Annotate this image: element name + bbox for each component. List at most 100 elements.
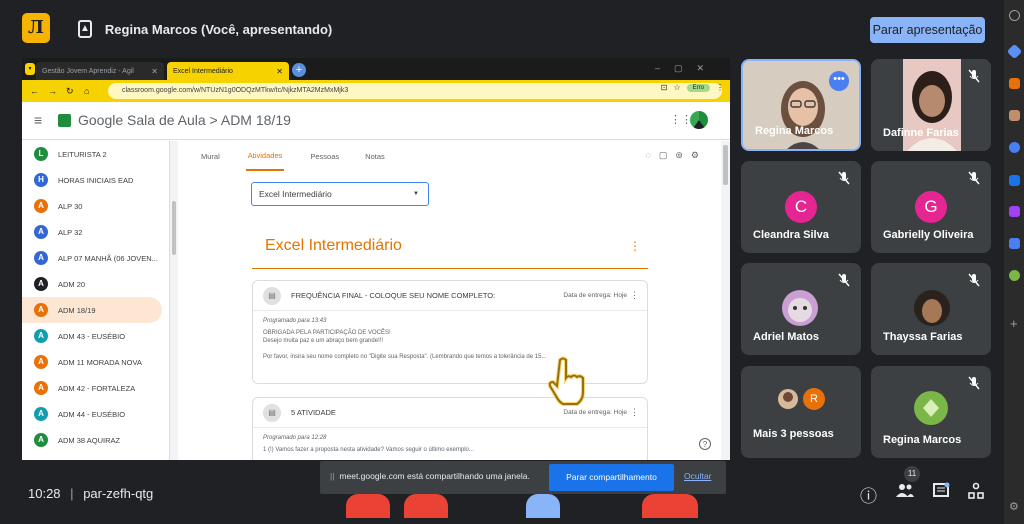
avatar (914, 391, 948, 425)
info-separator: | (70, 486, 74, 501)
profile-error-pill[interactable]: Erro (686, 83, 710, 92)
bookmark-star-icon[interactable]: ☆ (673, 83, 680, 92)
more-options-icon[interactable]: ⋮ (630, 290, 639, 301)
sidebar-class-item[interactable]: A ADM 20 (22, 271, 169, 297)
reload-icon[interactable]: ↻ (66, 86, 76, 97)
scheduled-time: Programado para 13:43 (263, 318, 327, 324)
class-sidebar: L LEITURISTA 2 H HORAS INICIAIS EAD A ALP 30 A… (22, 141, 170, 460)
assignment-icon: ▤ (263, 286, 281, 305)
forward-icon[interactable]: → (48, 86, 58, 96)
assignment-card[interactable]: ▤ 5 ATIVIDADE Data de entrega: Hoje ⋮ Pr… (252, 397, 648, 460)
url-field[interactable]: classroom.google.com/w/NTUzN1g0ODQzMTkw/… (108, 83, 722, 99)
sidebar-class-item[interactable]: H HORAS INICIAIS EAD (22, 167, 169, 193)
class-avatar: A (34, 381, 48, 395)
more-participants-tile[interactable]: R Mais 3 pessoas (741, 366, 861, 458)
class-avatar: H (34, 173, 48, 187)
tab-atividades[interactable]: Atividades (245, 142, 285, 171)
participant-tile[interactable]: Regina Marcos (871, 366, 991, 458)
close-tab-icon[interactable]: ✕ (151, 67, 158, 76)
hide-notice-link[interactable]: Ocultar (684, 471, 711, 481)
sidebar-class-label: ADM 18/19 (58, 305, 96, 315)
sidebar-class-item[interactable]: A ALP 32 (22, 219, 169, 245)
participant-tile[interactable]: Dafinne Farias (871, 59, 991, 151)
extension-icon[interactable] (1009, 78, 1020, 89)
participant-tile[interactable]: Thayssa Farias (871, 263, 991, 355)
avatar: G (915, 191, 947, 223)
sidebar-class-label: ALP 32 (58, 227, 83, 237)
extension-icon[interactable] (1009, 206, 1020, 217)
sidebar-class-label: ADM 42 - FORTALEZA (58, 383, 136, 393)
sidebar-class-item[interactable]: A ADM 11 MORADA NOVA (22, 349, 169, 375)
sidebar-class-item[interactable]: A ALP 07 MANHÃ (06 JOVEN... (22, 245, 169, 271)
topic-title: Excel Intermediário (265, 237, 402, 254)
tab-notas[interactable]: Notas (365, 152, 385, 161)
sharing-notice-text: || meet.google.com está compartilhando um… (330, 471, 530, 481)
sidebar-class-item[interactable]: A ALP 30 (22, 193, 169, 219)
more-options-icon[interactable]: ••• (829, 71, 849, 91)
meeting-info-icon[interactable]: ⓘ (860, 482, 877, 507)
avatar (778, 389, 798, 409)
breadcrumb-separator: > (209, 112, 218, 128)
chevron-down-icon: ▼ (413, 191, 419, 197)
hamburger-menu-icon[interactable]: ≡ (34, 112, 42, 128)
sidebar-class-item[interactable]: A ADM 38 AQUIRAZ (22, 427, 169, 453)
extension-icon[interactable] (1009, 110, 1020, 121)
chat-icon[interactable] (932, 482, 950, 505)
activities-icon[interactable] (967, 482, 985, 505)
people-icon[interactable] (896, 482, 914, 503)
topic-divider (252, 268, 648, 269)
class-tabs: Mural Atividades Pessoas Notas (201, 141, 385, 171)
participant-tile[interactable]: C Cleandra Silva (741, 161, 861, 253)
meeting-code: par-zefh-qtg (83, 486, 154, 501)
sidebar-class-item[interactable]: A ADM 43 - EUSÉBIO (22, 323, 169, 349)
classroom-logo (58, 114, 71, 127)
extension-icon[interactable] (1009, 270, 1020, 281)
help-icon[interactable]: ? (699, 438, 711, 450)
extension-icon[interactable] (1009, 175, 1020, 186)
tab-pessoas[interactable]: Pessoas (310, 152, 339, 161)
sidebar-class-item[interactable]: A ADM 42 - FORTALEZA (22, 375, 169, 401)
window-controls[interactable]: –▢✕ (655, 63, 718, 74)
main-scrollbar[interactable] (721, 141, 730, 460)
leave-call-button[interactable] (642, 494, 698, 518)
participant-tile-self[interactable]: ••• Regina Marcos (741, 59, 861, 151)
participant-tile[interactable]: G Gabrielly Oliveira (871, 161, 991, 253)
extension-icon[interactable] (1009, 142, 1020, 153)
extension-icon[interactable] (1009, 238, 1020, 249)
address-actions: ⊡ ☆ Erro ⋮ (661, 83, 724, 92)
translate-icon[interactable]: ⊡ (661, 83, 668, 92)
mic-toggle-button[interactable] (346, 494, 390, 518)
tab-search-icon[interactable]: ▾ (25, 63, 35, 75)
camera-toggle-button[interactable] (404, 494, 448, 518)
assignment-text: OBRIGADA PELA PARTICIPAÇÃO DE VOCÊS! (263, 330, 391, 336)
present-button[interactable] (526, 494, 560, 518)
topic-more-icon[interactable]: ⋮ (629, 239, 641, 253)
settings-gear-icon[interactable]: ⚙ (1009, 500, 1019, 513)
search-icon[interactable] (1009, 10, 1020, 21)
browser-menu-icon[interactable]: ⋮ (716, 83, 724, 92)
class-header-icons[interactable]: ◌▢⊚⚙ (646, 150, 707, 161)
account-avatar[interactable] (690, 111, 708, 129)
browser-tab-excel[interactable]: Excel Intermediário ✕ (167, 62, 289, 80)
more-options-icon[interactable]: ⋮ (630, 407, 639, 418)
sidebar-class-item[interactable]: A ADM 18/19 (22, 297, 162, 323)
sidebar-class-item[interactable]: L LEITURISTA 2 (22, 141, 169, 167)
stop-presenting-button[interactable]: Parar apresentação (870, 17, 985, 43)
app-name[interactable]: Google Sala de Aula (78, 112, 206, 128)
topic-filter-select[interactable]: Excel Intermediário ▼ (251, 182, 429, 206)
browser-tab-label: Excel Intermediário (173, 67, 233, 75)
extension-icon[interactable] (1006, 43, 1023, 60)
close-tab-icon[interactable]: ✕ (276, 67, 283, 76)
mic-off-icon (967, 69, 981, 83)
browser-tab-gestao[interactable]: Gestão Jovem Aprendiz - Agil ✕ (36, 62, 164, 80)
new-tab-icon[interactable]: + (292, 63, 306, 77)
home-icon[interactable]: ⌂ (84, 86, 94, 96)
participant-tile[interactable]: Adriel Matos (741, 263, 861, 355)
assignment-card[interactable]: ▤ FREQUÊNCIA FINAL - COLOQUE SEU NOME CO… (252, 280, 648, 384)
back-icon[interactable]: ← (30, 86, 40, 96)
add-icon[interactable]: + (1010, 316, 1018, 331)
sidebar-class-item[interactable]: A ADM 44 - EUSÉBIO (22, 401, 169, 427)
sidebar-scrollbar[interactable] (170, 141, 178, 460)
stop-sharing-button[interactable]: Parar compartilhamento (549, 464, 674, 491)
tab-mural[interactable]: Mural (201, 152, 220, 161)
